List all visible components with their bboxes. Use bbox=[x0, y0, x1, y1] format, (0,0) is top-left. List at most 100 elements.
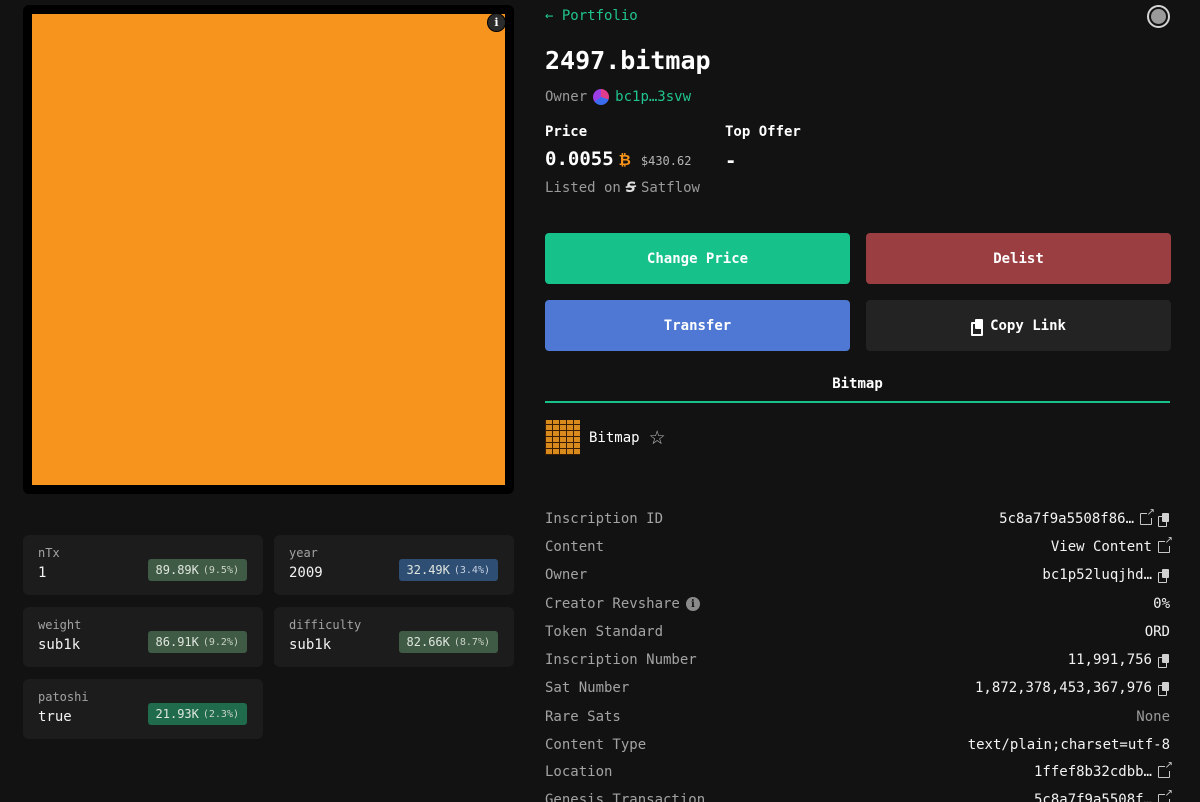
change-price-button[interactable]: Change Price bbox=[545, 233, 850, 284]
trait-rarity-badge: 82.66K (8.7%) bbox=[398, 631, 498, 653]
transfer-button[interactable]: Transfer bbox=[545, 300, 850, 351]
view-content-link[interactable]: View Content bbox=[1051, 539, 1152, 555]
trait-card-difficulty[interactable]: difficulty sub1k 82.66K (8.7%) bbox=[274, 607, 514, 667]
trait-name: weight bbox=[38, 618, 82, 632]
detail-row-inscription-id: Inscription ID 5c8a7f9a5508f86… bbox=[545, 508, 1170, 530]
bitmap-artwork bbox=[32, 14, 505, 485]
detail-value: ORD bbox=[1144, 624, 1170, 640]
owner-row: Owner bc1p…3svw bbox=[545, 89, 691, 105]
tab-active-indicator bbox=[545, 401, 1170, 403]
trait-card-year[interactable]: year 2009 32.49K (3.4%) bbox=[274, 535, 514, 595]
detail-row-sat-number: Sat Number 1,872,378,453,367,976 bbox=[545, 677, 1170, 699]
trait-count: 82.66K bbox=[406, 635, 450, 649]
star-icon[interactable]: ☆ bbox=[649, 427, 666, 449]
owner-address-value[interactable]: bc1p52luqjhd… bbox=[1042, 567, 1152, 583]
collection-row: Bitmap ☆ bbox=[545, 420, 666, 455]
copy-icon[interactable] bbox=[1158, 654, 1170, 668]
copy-icon bbox=[971, 319, 984, 336]
detail-value: 1ffef8b32cdbb… bbox=[1034, 761, 1173, 780]
owner-label: Owner bbox=[545, 89, 588, 105]
trait-card-patoshi[interactable]: patoshi true 21.93K (2.3%) bbox=[23, 679, 263, 739]
collection-thumbnail[interactable] bbox=[545, 420, 580, 455]
detail-label: Rare Sats bbox=[545, 709, 621, 725]
detail-value: None bbox=[1136, 709, 1170, 725]
detail-value: View Content bbox=[1051, 536, 1173, 555]
detail-row-token-standard: Token Standard ORD bbox=[545, 621, 1170, 643]
trait-rarity-badge: 32.49K (3.4%) bbox=[398, 559, 498, 581]
detail-value: 0% bbox=[1153, 596, 1170, 612]
external-link-icon[interactable] bbox=[1158, 789, 1173, 802]
trait-percent: (3.4%) bbox=[453, 564, 490, 576]
info-icon[interactable]: i bbox=[487, 13, 506, 32]
top-offer-value: - bbox=[725, 150, 737, 172]
owner-address-link[interactable]: bc1p…3svw bbox=[615, 89, 691, 105]
bitcoin-icon: ₿ bbox=[618, 151, 631, 169]
trait-name: nTx bbox=[38, 546, 60, 560]
detail-label: Genesis Transaction bbox=[545, 792, 706, 802]
copy-icon[interactable] bbox=[1158, 682, 1170, 696]
detail-value: 5c8a7f9a5508f86… bbox=[999, 508, 1170, 527]
sat-number-value: 1,872,378,453,367,976 bbox=[974, 680, 1152, 696]
marketplace-name: Satflow bbox=[640, 180, 700, 196]
external-link-icon[interactable] bbox=[1158, 761, 1173, 778]
trait-card-ntx[interactable]: nTx 1 89.89K (9.5%) bbox=[23, 535, 263, 595]
record-icon[interactable] bbox=[1147, 5, 1170, 28]
detail-label: Location bbox=[545, 764, 613, 780]
detail-label: Content bbox=[545, 539, 605, 555]
info-icon[interactable]: i bbox=[685, 597, 700, 611]
detail-row-genesis-transaction: Genesis Transaction 5c8a7f9a5508f… bbox=[545, 789, 1173, 802]
trait-rarity-badge: 89.89K (9.5%) bbox=[147, 559, 247, 581]
delist-button[interactable]: Delist bbox=[866, 233, 1171, 284]
inscription-number-value: 11,991,756 bbox=[1067, 652, 1152, 668]
collection-name-link[interactable]: Bitmap bbox=[589, 430, 640, 446]
trait-count: 86.91K bbox=[155, 635, 199, 649]
trait-percent: (9.2%) bbox=[202, 636, 239, 648]
location-link[interactable]: 1ffef8b32cdbb… bbox=[1034, 764, 1152, 780]
inscription-preview[interactable]: i bbox=[23, 5, 514, 494]
copy-link-label: Copy Link bbox=[990, 317, 1066, 334]
trait-count: 32.49K bbox=[406, 563, 450, 577]
detail-value: text/plain;charset=utf-8 bbox=[967, 737, 1170, 753]
detail-value: bc1p52luqjhd… bbox=[1042, 567, 1170, 583]
back-to-portfolio-link[interactable]: ← Portfolio bbox=[545, 8, 638, 24]
trait-name: year bbox=[289, 546, 318, 560]
inscription-page: i nTx 1 89.89K (9.5%) year 2009 32.49K (… bbox=[0, 0, 1200, 802]
satflow-icon: Ꞩ bbox=[625, 180, 636, 196]
trait-value: 2009 bbox=[289, 565, 323, 581]
detail-label: Creator Revshare i bbox=[545, 596, 700, 612]
detail-row-location: Location 1ffef8b32cdbb… bbox=[545, 761, 1173, 783]
detail-value: 1,872,378,453,367,976 bbox=[975, 680, 1170, 696]
copy-icon[interactable] bbox=[1158, 569, 1170, 583]
detail-row-owner: Owner bc1p52luqjhd… bbox=[545, 564, 1170, 586]
external-link-icon[interactable] bbox=[1158, 536, 1173, 553]
price-label: Price bbox=[545, 124, 588, 140]
external-link-icon[interactable] bbox=[1140, 508, 1155, 525]
detail-row-inscription-number: Inscription Number 11,991,756 bbox=[545, 649, 1170, 671]
detail-label-text: Creator Revshare bbox=[545, 596, 680, 612]
copy-icon[interactable] bbox=[1158, 513, 1170, 527]
detail-row-content-type: Content Type text/plain;charset=utf-8 bbox=[545, 734, 1170, 756]
trait-percent: (8.7%) bbox=[453, 636, 490, 648]
trait-value: sub1k bbox=[289, 637, 332, 653]
detail-label: Token Standard bbox=[545, 624, 664, 640]
detail-label: Inscription ID bbox=[545, 511, 664, 527]
detail-label: Content Type bbox=[545, 737, 647, 753]
inscription-id-link[interactable]: 5c8a7f9a5508f86… bbox=[999, 511, 1134, 527]
trait-value: true bbox=[38, 709, 72, 725]
trait-name: difficulty bbox=[289, 618, 362, 632]
trait-rarity-badge: 86.91K (9.2%) bbox=[147, 631, 247, 653]
detail-label: Inscription Number bbox=[545, 652, 697, 668]
trait-card-weight[interactable]: weight sub1k 86.91K (9.2%) bbox=[23, 607, 263, 667]
genesis-transaction-link[interactable]: 5c8a7f9a5508f… bbox=[1034, 792, 1152, 802]
copy-link-button[interactable]: Copy Link bbox=[866, 300, 1171, 351]
trait-percent: (2.3%) bbox=[202, 708, 239, 720]
tab-bitmap[interactable]: Bitmap bbox=[545, 376, 1170, 404]
trait-count: 89.89K bbox=[155, 563, 199, 577]
trait-value: sub1k bbox=[38, 637, 81, 653]
listed-on-label: Listed on bbox=[545, 180, 621, 196]
trait-count: 21.93K bbox=[155, 707, 199, 721]
top-offer-label: Top Offer bbox=[725, 124, 801, 140]
detail-row-content: Content View Content bbox=[545, 536, 1173, 558]
detail-value: 5c8a7f9a5508f… bbox=[1034, 789, 1173, 802]
detail-label: Sat Number bbox=[545, 680, 630, 696]
